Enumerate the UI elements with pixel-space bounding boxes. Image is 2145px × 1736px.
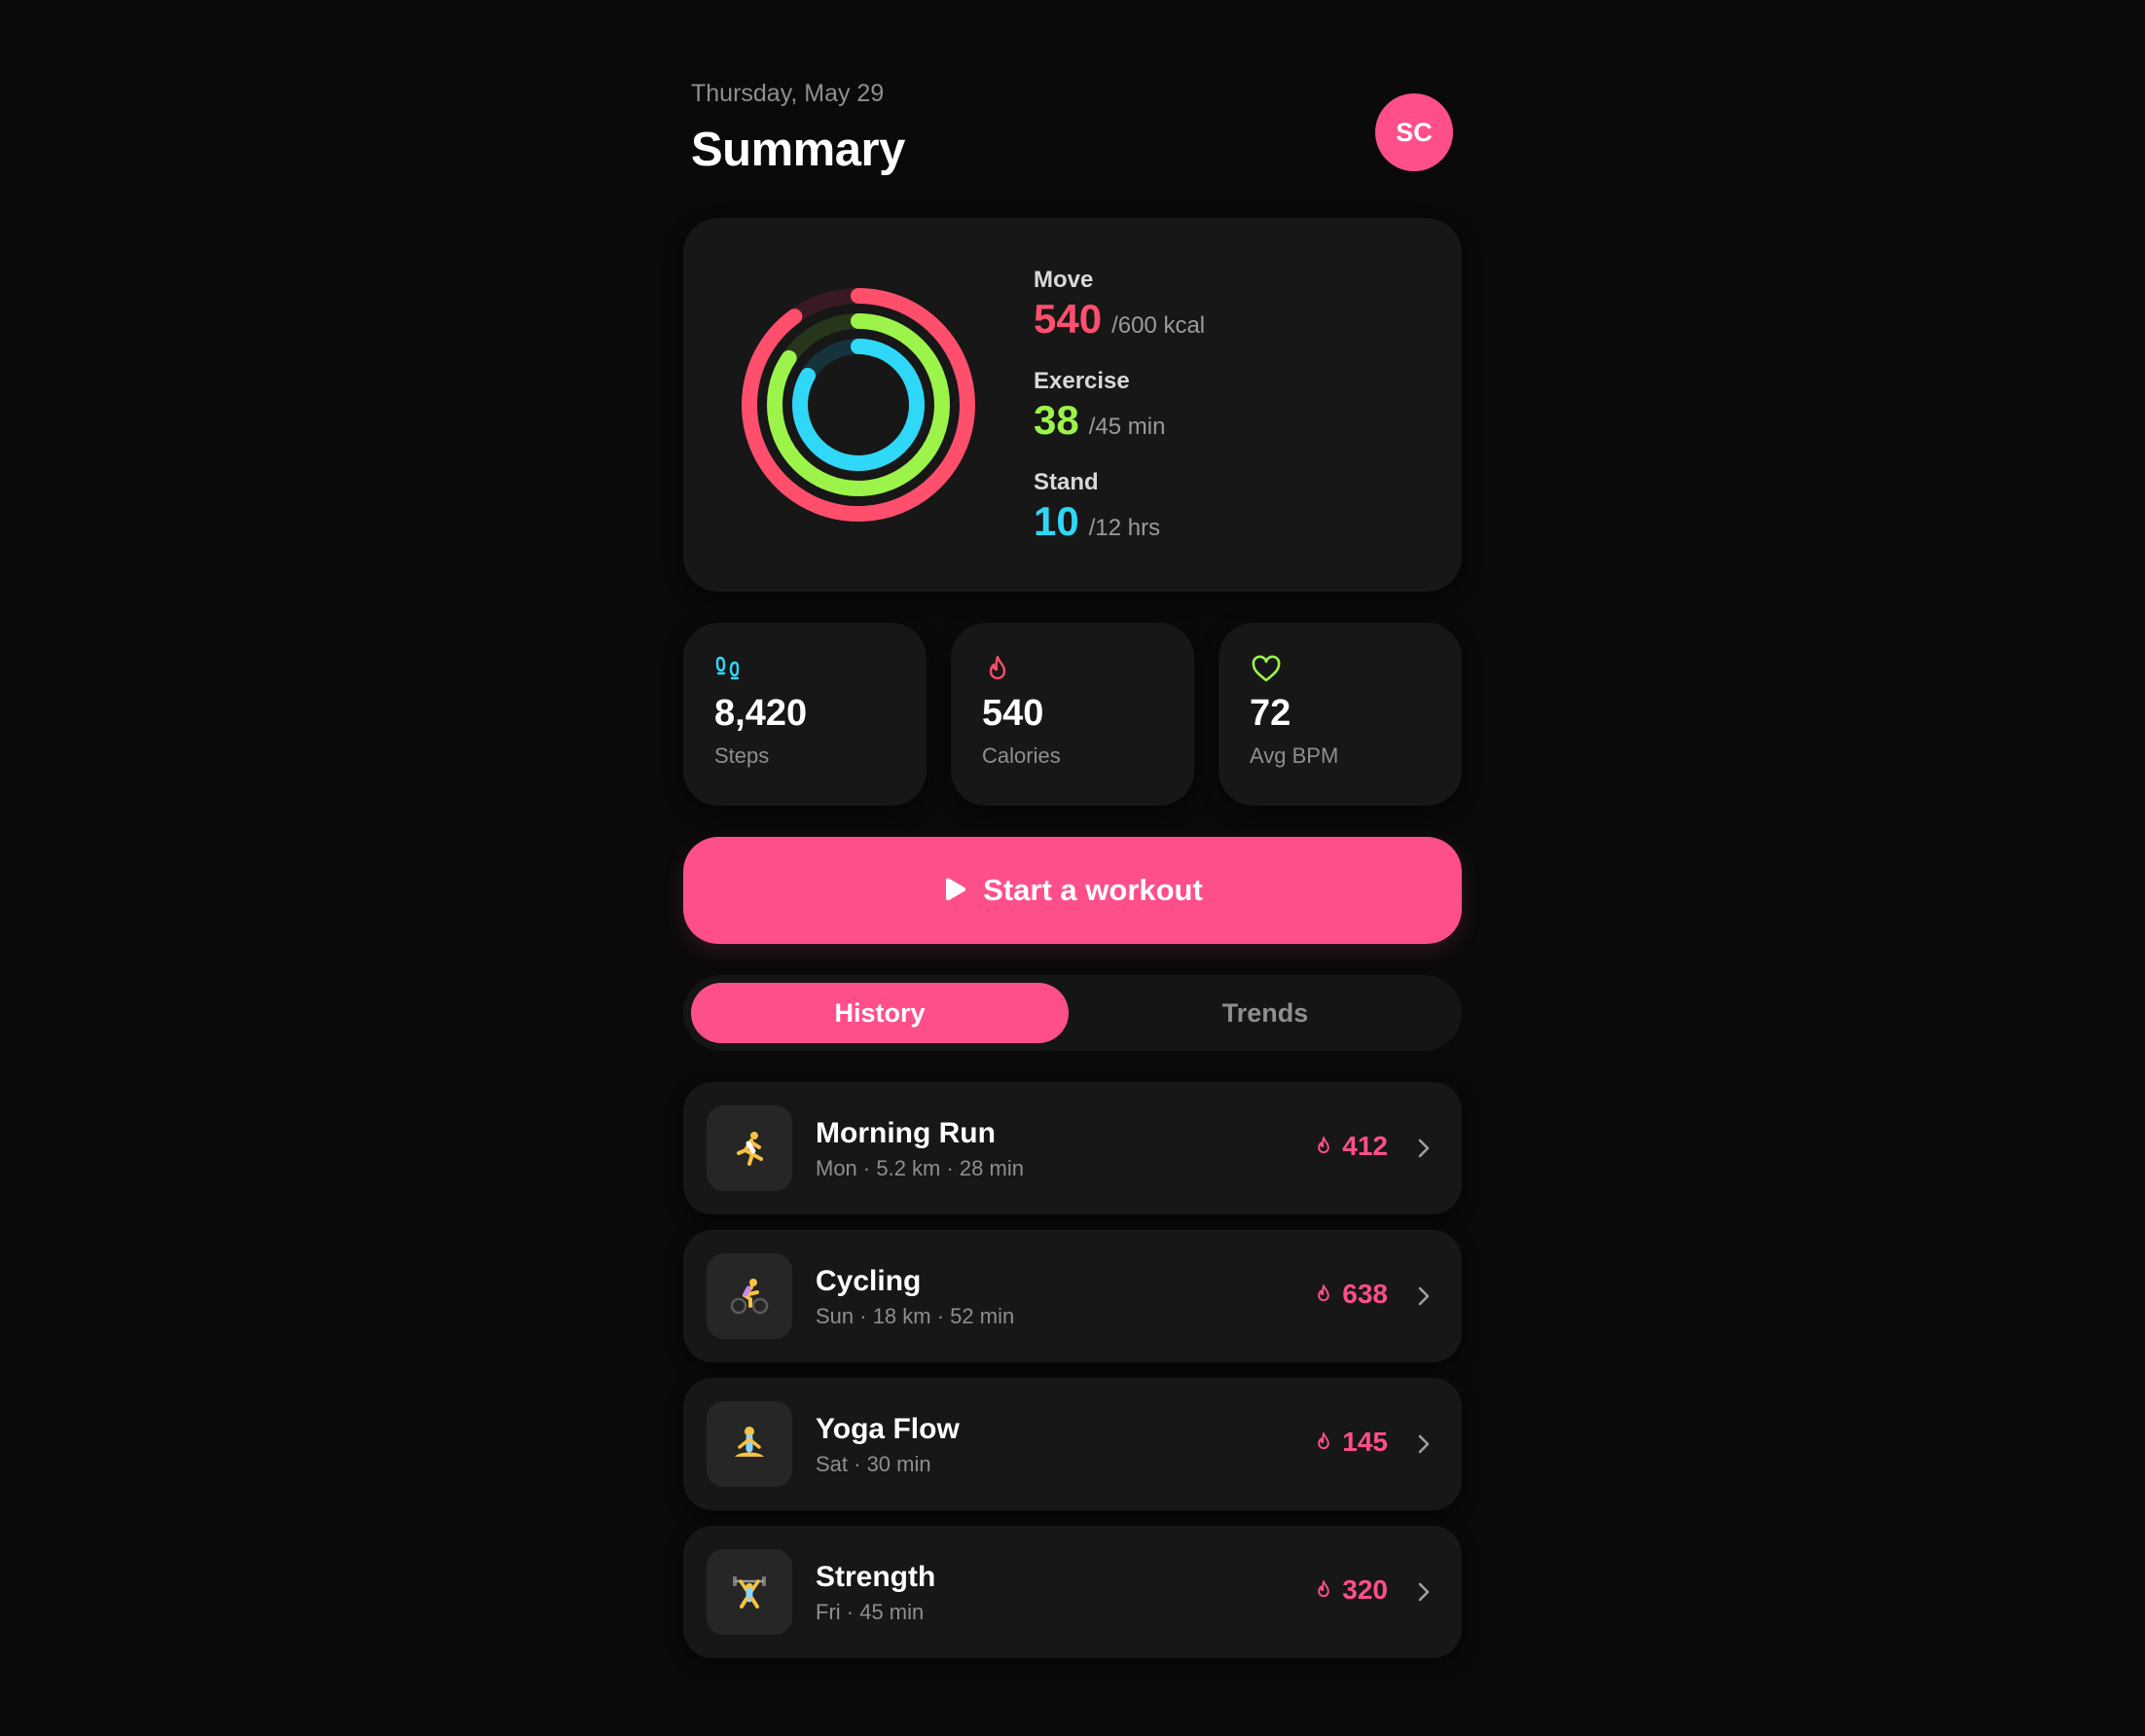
move-label: Move xyxy=(1034,267,1094,293)
calories-value: 540 xyxy=(982,693,1044,734)
workout-name: Strength xyxy=(816,1561,936,1593)
workout-meta: Sun · 18 km · 52 min xyxy=(816,1304,1015,1328)
page-title: Summary xyxy=(691,124,905,176)
weightlifter-icon xyxy=(707,1549,792,1635)
yoga-icon xyxy=(707,1401,792,1487)
workout-calories-value: 320 xyxy=(1342,1574,1388,1605)
bpm-label: Avg BPM xyxy=(1250,743,1339,768)
chevron-right-icon[interactable] xyxy=(1417,1284,1431,1308)
exercise-value: 38 xyxy=(1034,397,1079,443)
flame-icon xyxy=(1318,1580,1330,1598)
bpm-value: 72 xyxy=(1250,693,1291,734)
move-goal: /600 kcal xyxy=(1111,312,1206,339)
workout-calories: 638 xyxy=(1313,1279,1388,1310)
flame-icon xyxy=(1318,1137,1330,1154)
workout-name: Yoga Flow xyxy=(816,1413,960,1445)
workout-item-strength[interactable]: Strength Fri · 45 min 320 xyxy=(683,1526,1462,1658)
workout-meta: Sat · 30 min xyxy=(816,1452,931,1476)
workout-calories: 412 xyxy=(1313,1131,1388,1162)
cyclist-icon xyxy=(707,1253,792,1339)
chevron-right-icon[interactable] xyxy=(1417,1432,1431,1456)
workout-meta: Mon · 5.2 km · 28 min xyxy=(816,1156,1024,1180)
header: Thursday, May 29 Summary SC xyxy=(683,0,1462,195)
flame-icon xyxy=(1318,1432,1330,1450)
workout-meta: Fri · 45 min xyxy=(816,1600,925,1624)
heart-icon xyxy=(1252,655,1281,682)
flame-icon xyxy=(989,655,1006,680)
stat-tile-calories[interactable]: 540 Calories xyxy=(951,623,1194,806)
exercise-goal: /45 min xyxy=(1088,414,1166,440)
avatar[interactable]: SC xyxy=(1375,93,1453,171)
activity-rings xyxy=(742,288,975,522)
stand-label: Stand xyxy=(1034,469,1099,495)
workout-item-morning-run[interactable]: Morning Run Mon · 5.2 km · 28 min 412 xyxy=(683,1082,1462,1214)
workout-calories-value: 638 xyxy=(1342,1279,1388,1309)
chevron-right-icon[interactable] xyxy=(1417,1137,1431,1160)
steps-value: 8,420 xyxy=(714,693,808,734)
footprints-icon xyxy=(715,656,740,680)
move-metric: Move 540 /600 kcal xyxy=(1034,267,1205,343)
workout-item-cycling[interactable]: Cycling Sun · 18 km · 52 min 638 xyxy=(683,1230,1462,1362)
start-workout-label: Start a workout xyxy=(983,873,1203,907)
workout-calories: 320 xyxy=(1313,1574,1388,1606)
stand-goal: /12 hrs xyxy=(1088,515,1161,541)
move-value: 540 xyxy=(1034,296,1103,342)
stat-tile-bpm[interactable]: 72 Avg BPM xyxy=(1218,623,1462,806)
segmented-tabs: History Trends xyxy=(683,975,1462,1051)
tab-history[interactable]: History xyxy=(691,983,1069,1043)
workout-name: Cycling xyxy=(816,1265,922,1297)
app-root: Thursday, May 29 Summary SC Move 540 /60… xyxy=(683,0,1462,1736)
flame-icon xyxy=(1318,1284,1330,1302)
stat-tile-steps[interactable]: 8,420 Steps xyxy=(683,623,927,806)
exercise-label: Exercise xyxy=(1034,368,1130,394)
workout-calories-value: 412 xyxy=(1342,1131,1388,1161)
start-workout-button[interactable]: Start a workout xyxy=(683,837,1462,944)
date-label: Thursday, May 29 xyxy=(691,80,885,107)
workout-calories-value: 145 xyxy=(1342,1427,1388,1457)
play-icon xyxy=(946,878,966,901)
workout-calories: 145 xyxy=(1313,1427,1388,1458)
exercise-metric: Exercise 38 /45 min xyxy=(1034,368,1165,444)
stand-metric: Stand 10 /12 hrs xyxy=(1034,469,1160,545)
workout-name: Morning Run xyxy=(816,1117,996,1149)
stand-value: 10 xyxy=(1034,498,1079,544)
steps-label: Steps xyxy=(714,743,770,768)
activity-rings-card[interactable]: Move 540 /600 kcal Exercise 38 /45 min S… xyxy=(683,218,1462,592)
workout-item-yoga-flow[interactable]: Yoga Flow Sat · 30 min 145 xyxy=(683,1378,1462,1510)
chevron-right-icon[interactable] xyxy=(1417,1580,1431,1604)
calories-label: Calories xyxy=(982,743,1061,768)
runner-icon xyxy=(707,1105,792,1191)
tab-trends[interactable]: Trends xyxy=(1076,983,1454,1043)
